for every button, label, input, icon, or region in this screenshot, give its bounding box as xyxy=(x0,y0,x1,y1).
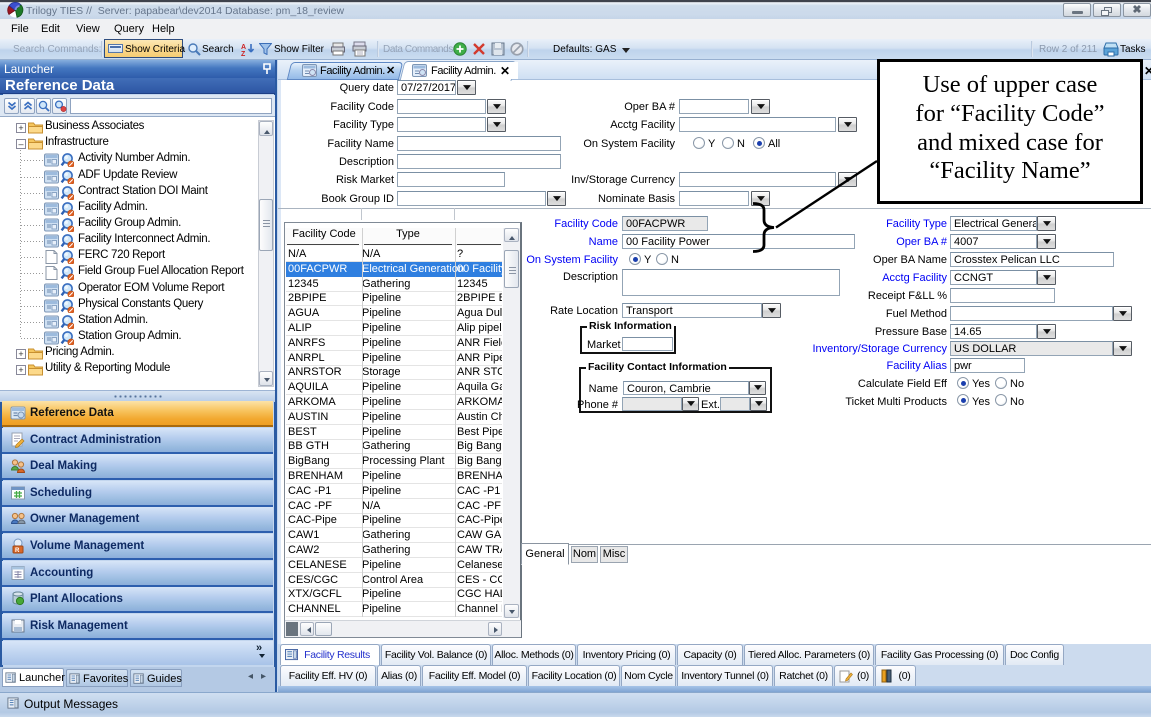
svg-text:Z: Z xyxy=(241,51,246,56)
svg-text:R: R xyxy=(15,548,20,554)
svg-text:A: A xyxy=(241,44,246,51)
